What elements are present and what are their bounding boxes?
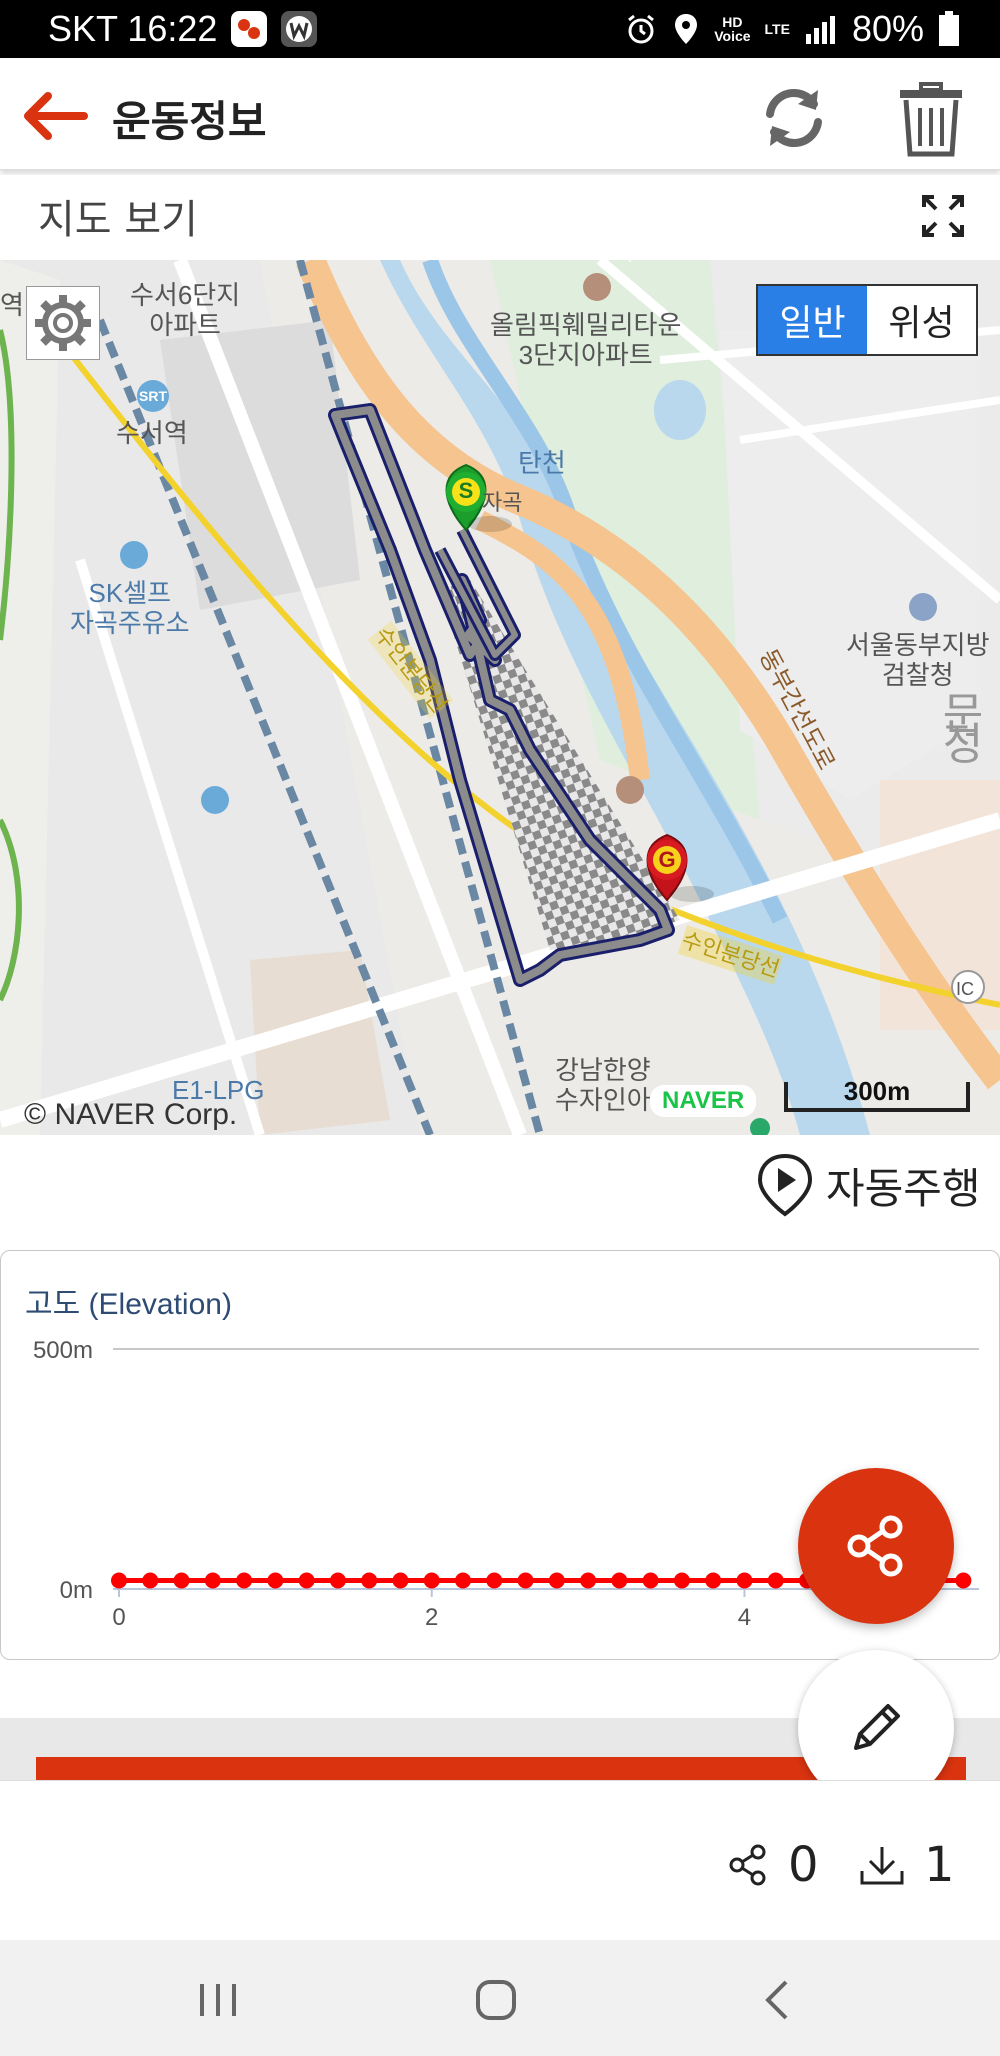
chart-data-point: [111, 1572, 127, 1589]
bottom-stats-bar: 0 1: [0, 1780, 1000, 1940]
status-right: HD Voice LTE 80%: [624, 8, 960, 50]
map-label-stream: 탄천: [518, 448, 566, 478]
chart-x-tick-label: 4: [738, 1604, 751, 1631]
map-label-ic: IC: [956, 979, 974, 999]
download-stat[interactable]: 1: [858, 1837, 955, 1893]
chart-data-point: [361, 1572, 378, 1589]
network-type: LTE: [764, 21, 790, 37]
pencil-icon: [854, 1704, 900, 1750]
home-icon[interactable]: [472, 1976, 520, 2024]
trash-icon[interactable]: [896, 78, 966, 158]
share-fab[interactable]: [798, 1468, 954, 1624]
map-scale-label: 300m: [843, 1076, 911, 1106]
map-type-satellite-button[interactable]: 위성: [867, 286, 976, 354]
autoplay-button[interactable]: 자동주행: [756, 1150, 981, 1220]
map-label-gas: SK셀프 자곡주유소: [70, 578, 190, 638]
autoplay-label: 자동주행: [826, 1163, 981, 1213]
chart-x-tick-label: 2: [425, 1604, 438, 1631]
map-label-jagok: 자곡: [482, 490, 523, 515]
chart-data-point: [673, 1572, 690, 1589]
map-settings-button[interactable]: [26, 286, 100, 360]
chart-data-point: [767, 1572, 784, 1589]
location-icon: [675, 14, 698, 44]
chart-data-point: [486, 1572, 503, 1589]
map-label-apt2: 올림픽훼밀리타운 3단지아파트: [490, 310, 682, 370]
download-count: 1: [924, 1837, 955, 1893]
map-label-station: 수서역: [116, 418, 188, 448]
battery-percent: 80%: [851, 8, 924, 49]
status-bar: SKT 16:22 HD Voice LTE 80%: [0, 0, 1000, 58]
map-header: 지도 보기: [0, 175, 1000, 260]
back-arrow-icon[interactable]: [18, 88, 90, 144]
chart-y-tick-label: 500m: [33, 1337, 93, 1364]
map-label-mun: 문정: [942, 690, 984, 769]
share-icon: [847, 1515, 903, 1577]
share-stat[interactable]: 0: [726, 1837, 819, 1893]
chart-y-tick-label: 0m: [60, 1577, 93, 1604]
system-nav-bar: [0, 1940, 1000, 2056]
carrier-time: SKT 16:22: [48, 8, 218, 49]
chart-data-point: [329, 1572, 346, 1589]
map-label-edge: 역: [0, 290, 24, 320]
chart-data-point: [392, 1572, 409, 1589]
refresh-icon[interactable]: [756, 80, 832, 156]
page-title: 운동정보: [112, 97, 267, 146]
chart-data-point: [517, 1572, 534, 1589]
chart-data-point: [955, 1572, 972, 1589]
chart-data-point: [580, 1572, 597, 1589]
w-app-icon: [281, 11, 318, 47]
gear-icon: [35, 295, 91, 351]
start-marker-label: S: [458, 478, 474, 503]
chart-data-point: [548, 1572, 565, 1589]
back-nav-icon[interactable]: [754, 1976, 802, 2024]
map-label-prosecutor: 서울동부지방 검찰청: [846, 630, 990, 690]
signal-icon: [805, 16, 835, 44]
app-notification-icon: [231, 11, 268, 47]
chart-data-point: [705, 1572, 722, 1589]
share-count: 0: [788, 1837, 819, 1893]
map-scale-bar: 300m: [784, 1076, 970, 1112]
chart-data-point: [267, 1572, 284, 1589]
goal-marker-label: G: [658, 847, 676, 872]
chart-data-point: [611, 1572, 628, 1589]
chart-data-point: [423, 1572, 440, 1589]
chart-data-point: [642, 1572, 659, 1589]
chart-data-point: [455, 1572, 471, 1589]
alarm-icon: [628, 14, 655, 44]
map-label-srt: SRT: [137, 380, 169, 412]
chart-data-point: [142, 1572, 159, 1589]
chart-data-point: [204, 1572, 221, 1589]
map-type-toggle: 일반 위성: [756, 284, 978, 356]
fullscreen-icon[interactable]: [920, 193, 966, 239]
naver-logo: NAVER: [650, 1085, 757, 1117]
chart-data-point: [173, 1572, 190, 1589]
map-view[interactable]: S G 수서6단지 아파트 올림픽훼밀리타운 3단지아파트 SRT 수서역 탄천…: [0, 260, 1000, 1135]
recent-apps-icon[interactable]: [194, 1976, 242, 2024]
map-label-apt1: 수서6단지 아파트: [130, 280, 241, 340]
share-count-icon: [729, 1844, 766, 1886]
map-type-normal-button[interactable]: 일반: [758, 286, 867, 354]
map-section-title: 지도 보기: [38, 197, 198, 243]
map-label-apt3: 강남한양 수자인아: [555, 1055, 651, 1115]
battery-icon: [939, 11, 959, 46]
map-copyright: © NAVER Corp.: [24, 1098, 238, 1131]
app-bar: 운동정보: [0, 58, 1000, 170]
chart-data-point: [298, 1572, 315, 1589]
download-icon: [860, 1847, 904, 1885]
status-left: SKT 16:22: [48, 8, 318, 50]
volte-indicator: HD Voice: [714, 14, 751, 44]
play-location-icon: [757, 1153, 813, 1217]
chart-data-point: [236, 1572, 253, 1589]
chart-data-point: [736, 1572, 753, 1589]
chart-x-tick-label: 0: [112, 1604, 125, 1631]
